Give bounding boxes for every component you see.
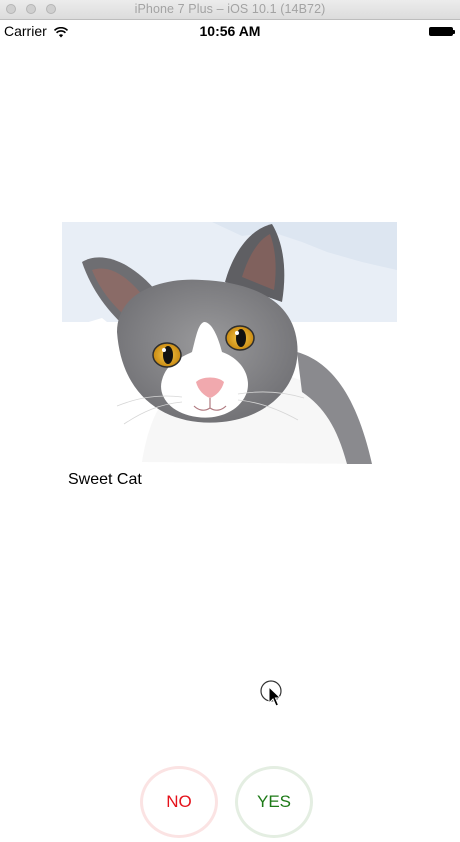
battery-tip <box>453 29 455 34</box>
tap-cursor-icon <box>259 679 285 714</box>
cat-photo <box>62 222 397 464</box>
no-button[interactable]: NO <box>140 766 218 838</box>
window-title: iPhone 7 Plus – iOS 10.1 (14B72) <box>134 2 326 16</box>
status-bar: Carrier 10:56 AM <box>0 20 460 42</box>
yes-button[interactable]: YES <box>235 766 313 838</box>
status-time: 10:56 AM <box>199 23 261 39</box>
yes-button-label: YES <box>256 792 292 811</box>
battery-icon <box>429 27 453 36</box>
simulator-title-bar: iPhone 7 Plus – iOS 10.1 (14B72) <box>0 0 460 20</box>
no-button-label: NO <box>166 792 192 811</box>
card-caption: Sweet Cat <box>68 471 142 488</box>
